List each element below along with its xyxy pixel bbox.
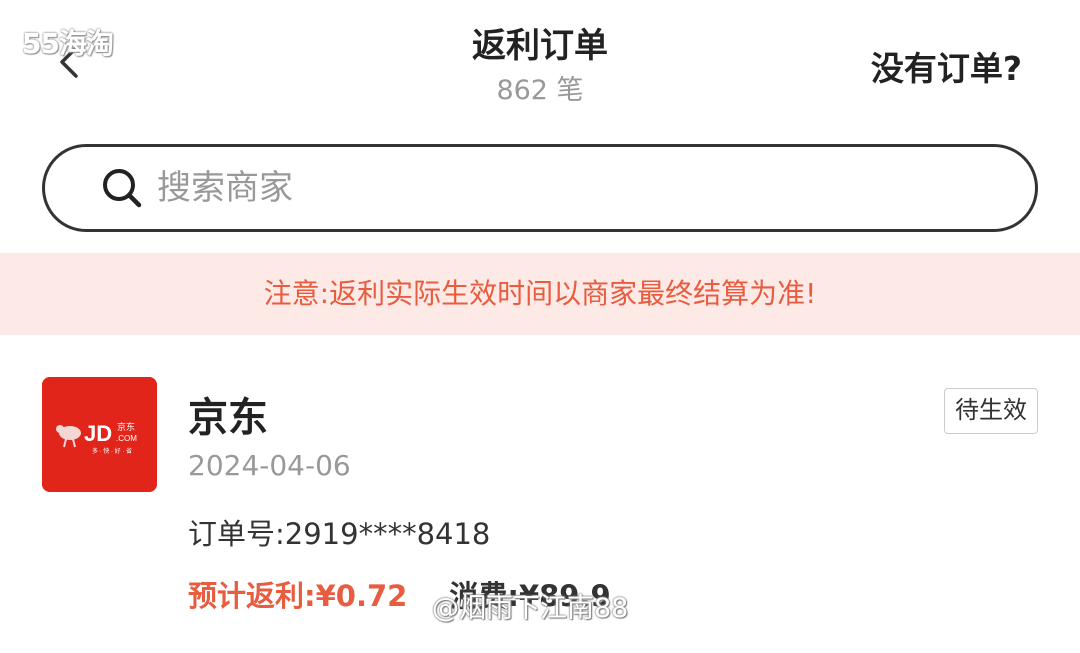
rebate-value: ¥0.72: [315, 579, 408, 613]
status-badge: 待生效: [944, 388, 1038, 434]
svg-text:多 · 快 · 好 · 省: 多 · 快 · 好 · 省: [92, 447, 132, 455]
merchant-name: 京东: [188, 395, 268, 441]
svg-text:.COM: .COM: [116, 434, 137, 443]
order-number-label: 订单号:: [188, 517, 285, 551]
search-icon: [103, 169, 142, 208]
rebate-orders-page: 55海淘 返利订单 862 笔 没有订单? 注意:返利实际生效时间以商家最终结算…: [0, 0, 1080, 653]
svg-text:京东: 京东: [117, 421, 135, 432]
search-input[interactable]: [157, 168, 937, 208]
notice-banner: 注意:返利实际生效时间以商家最终结算为准!: [0, 253, 1080, 335]
header: 返利订单 862 笔 没有订单?: [0, 0, 1080, 120]
search-bar[interactable]: [42, 144, 1038, 232]
order-number-row: 订单号:2919****8418: [188, 511, 490, 553]
no-order-link[interactable]: 没有订单?: [871, 42, 1022, 90]
svg-text:JD: JD: [84, 421, 112, 446]
watermark: 55海淘: [22, 27, 114, 60]
rebate-label: 预计返利:: [188, 579, 316, 613]
jd-logo-icon: JD 京东 .COM 多 · 快 · 好 · 省: [42, 377, 157, 492]
order-number: 2919****8418: [284, 517, 491, 551]
watermark-bottom: @烟雨下江南88: [432, 593, 629, 624]
order-date: 2024-04-06: [188, 449, 351, 482]
